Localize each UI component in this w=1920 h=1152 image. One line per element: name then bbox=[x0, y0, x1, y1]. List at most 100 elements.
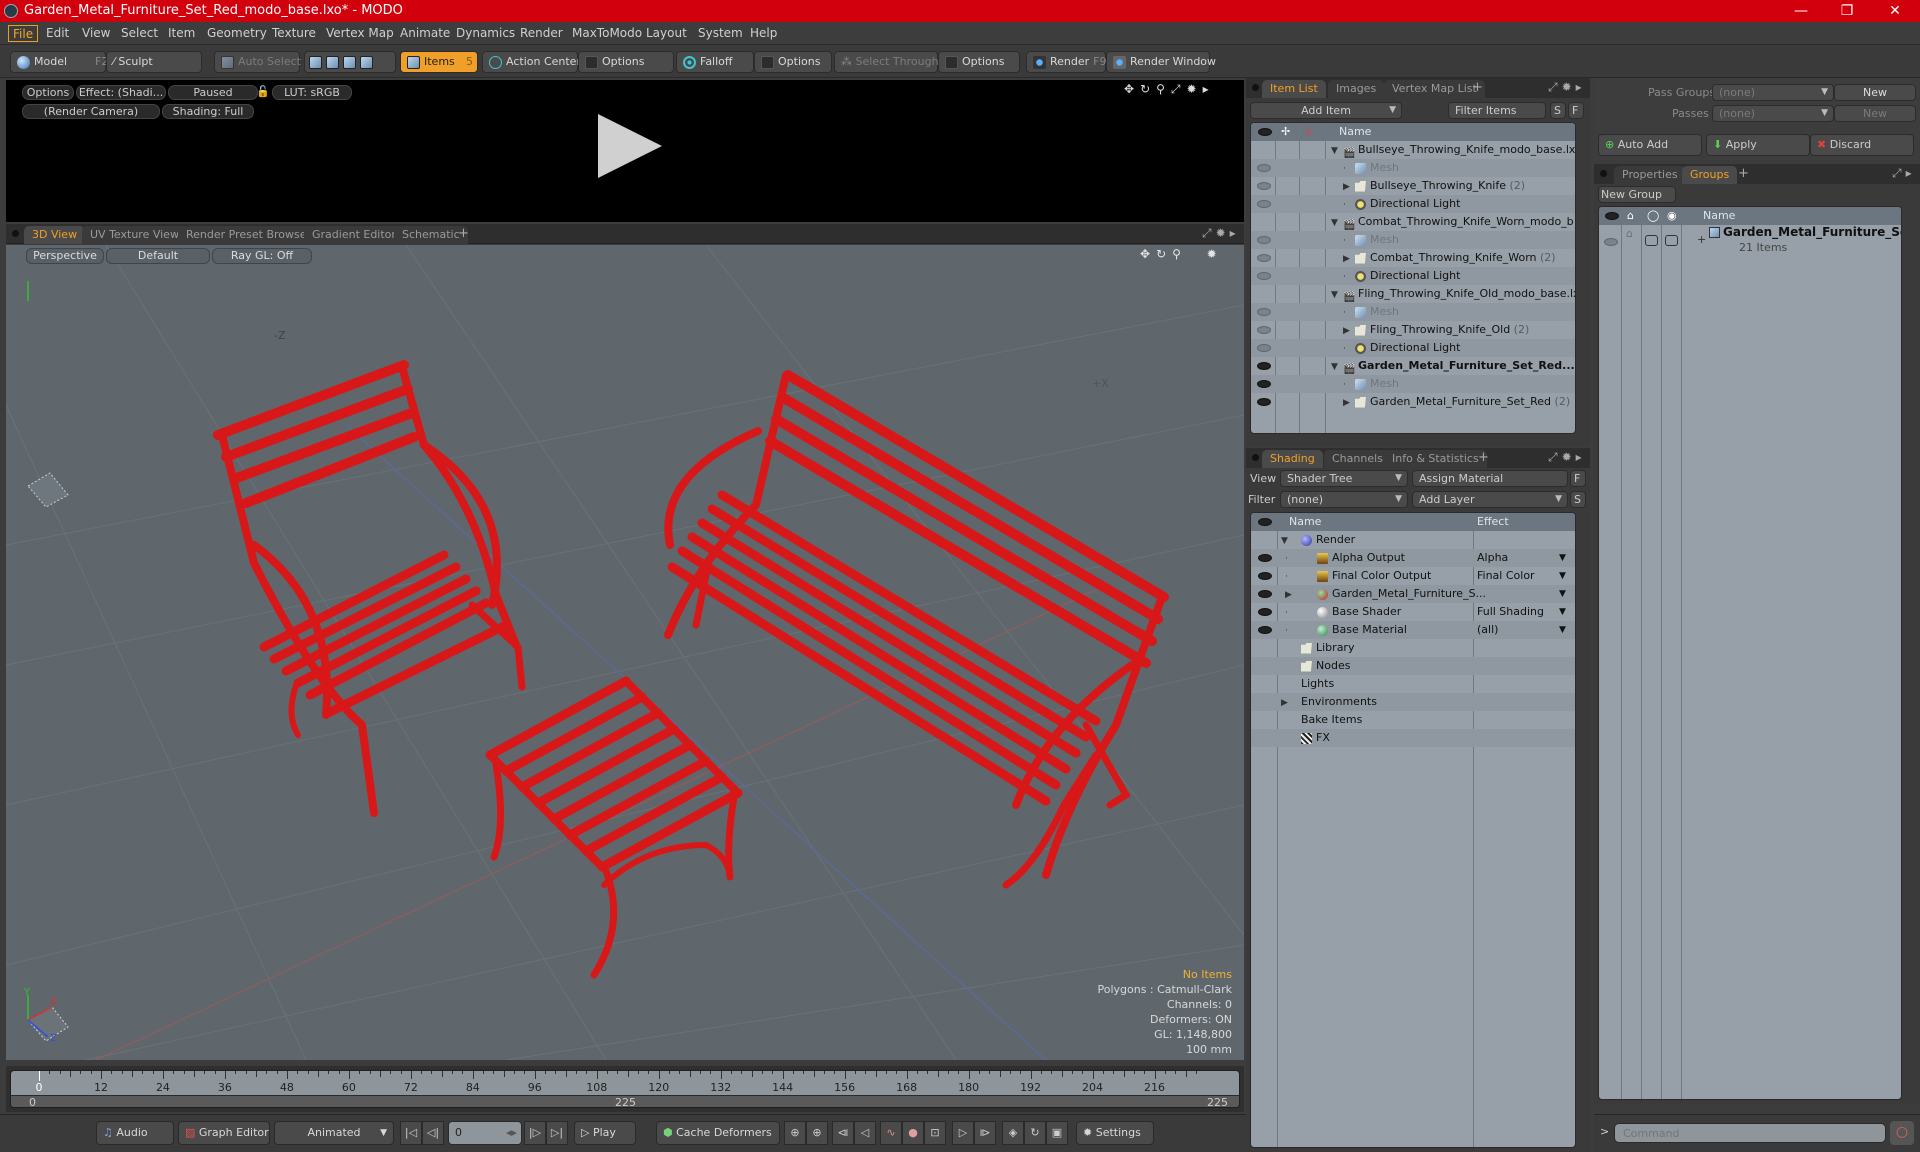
visibility-icon[interactable] bbox=[1257, 182, 1271, 190]
tab-render-preset-browser[interactable]: Render Preset Browser bbox=[178, 226, 320, 244]
visibility-icon[interactable] bbox=[1257, 362, 1271, 370]
tab-groups[interactable]: Groups bbox=[1682, 166, 1738, 184]
close-button[interactable]: ✕ bbox=[1872, 0, 1918, 22]
view-dropdown[interactable]: Shader Tree ▼ bbox=[1280, 470, 1408, 487]
previous-key2-button[interactable]: ◁ bbox=[854, 1121, 876, 1145]
lock-icon[interactable]: 🔓 bbox=[256, 85, 270, 99]
menu-edit[interactable]: Edit bbox=[42, 25, 73, 42]
action-center-options-button[interactable]: Options bbox=[578, 51, 674, 73]
gear-icon[interactable]: ✹ bbox=[1187, 82, 1203, 96]
maximize-icon[interactable]: ⤢ bbox=[1892, 166, 1906, 180]
menu-system[interactable]: System bbox=[694, 25, 747, 42]
menu-texture[interactable]: Texture bbox=[268, 25, 320, 42]
shader-row[interactable]: Library bbox=[1251, 639, 1575, 657]
visibility-icon[interactable] bbox=[1257, 398, 1271, 406]
shader-row[interactable]: · Base Shader Full Shading ▼ bbox=[1251, 603, 1575, 621]
effect-dropdown-icon[interactable]: ▼ bbox=[1559, 567, 1566, 585]
new-group-button[interactable]: New Group bbox=[1598, 186, 1676, 203]
maximize-icon[interactable]: ⤢ bbox=[1548, 450, 1562, 464]
shader-row[interactable]: Bake Items bbox=[1251, 711, 1575, 729]
shader-row[interactable]: · Base Material (all) ▼ bbox=[1251, 621, 1575, 639]
zoom-icon[interactable]: ⚲ bbox=[1156, 82, 1171, 96]
item-row[interactable]: ▶ Fling_Throwing_Knife_Old (2) bbox=[1251, 321, 1575, 339]
polygons-mode-icon[interactable] bbox=[343, 55, 356, 69]
shader-row[interactable]: Nodes bbox=[1251, 657, 1575, 675]
perspective-dropdown[interactable]: Perspective bbox=[26, 248, 104, 264]
apply-button[interactable]: ⬇ Apply bbox=[1706, 134, 1810, 156]
expand-arrow-icon[interactable]: ▶ bbox=[1281, 694, 1293, 712]
f-toggle[interactable]: F bbox=[1570, 470, 1586, 487]
s-toggle[interactable]: S bbox=[1570, 491, 1586, 508]
record-macro-button[interactable]: ○ bbox=[1890, 1121, 1914, 1145]
key-upper-icon[interactable]: ⊕ bbox=[784, 1121, 806, 1145]
zoom-icon[interactable]: ⚲ bbox=[1172, 247, 1187, 261]
next-frame-button[interactable]: |▷ bbox=[524, 1121, 546, 1145]
visibility-icon[interactable] bbox=[1257, 344, 1271, 352]
visibility-icon[interactable] bbox=[1258, 608, 1272, 616]
select-through-button[interactable]: ⁂ Select Through bbox=[834, 51, 939, 73]
tab-channels[interactable]: Channels bbox=[1324, 450, 1391, 468]
menu-dynamics[interactable]: Dynamics bbox=[452, 25, 519, 42]
item-row[interactable]: · Directional Light bbox=[1251, 195, 1575, 213]
collapse-arrow-icon[interactable]: ▼ bbox=[1331, 286, 1343, 304]
lut-dropdown[interactable]: LUT: sRGB bbox=[272, 85, 352, 100]
paused-toggle[interactable]: Paused bbox=[168, 85, 258, 100]
timeline-ruler[interactable]: 0 12 24 36 48 60 72 84 96 108 120 132 144 156 168 180 19… bbox=[10, 1070, 1240, 1108]
falloff-options-button[interactable]: Options bbox=[754, 51, 832, 73]
collapse-arrow-icon[interactable]: ▼ bbox=[1331, 358, 1343, 376]
shader-row[interactable]: FX bbox=[1251, 729, 1575, 747]
audio-button[interactable]: ♫ Audio bbox=[96, 1121, 174, 1145]
s-toggle[interactable]: S bbox=[1550, 102, 1566, 119]
effect-dropdown[interactable]: Effect: (Shadi... bbox=[76, 85, 166, 100]
item-row[interactable]: · Mesh bbox=[1251, 231, 1575, 249]
item-row[interactable]: · Mesh bbox=[1251, 303, 1575, 321]
expand-arrow-icon[interactable]: ▶ bbox=[1343, 322, 1355, 340]
minimize-button[interactable]: — bbox=[1778, 0, 1824, 22]
visibility-icon[interactable] bbox=[1604, 238, 1618, 246]
item-row[interactable]: · Directional Light bbox=[1251, 339, 1575, 357]
menu-select[interactable]: Select bbox=[117, 25, 162, 42]
shader-row[interactable]: · Final Color Output Final Color ▼ bbox=[1251, 567, 1575, 585]
item-row[interactable]: ▼ 🎬 Fling_Throwing_Knife_Old_modo_base.lxo bbox=[1251, 285, 1575, 303]
expand-arrow-icon[interactable]: ▸ bbox=[1230, 226, 1240, 240]
cache-deformers-button[interactable]: ⬢ Cache Deformers bbox=[656, 1121, 780, 1145]
tab-uv-texture-view[interactable]: UV Texture View bbox=[82, 226, 187, 244]
frame-stepper-icon[interactable]: ◂▸ bbox=[506, 1122, 517, 1144]
render-window-button[interactable]: Render Window bbox=[1106, 51, 1216, 73]
passes-dropdown[interactable]: (none) ▼ bbox=[1712, 105, 1834, 122]
item-row[interactable]: ▼ 🎬 Combat_Throwing_Knife_Worn_modo_b ... bbox=[1251, 213, 1575, 231]
expand-arrow-icon[interactable]: ▶ bbox=[1285, 586, 1297, 604]
default-style-dropdown[interactable]: Default bbox=[106, 248, 210, 264]
next-key-button[interactable]: ▷ bbox=[952, 1121, 974, 1145]
vertices-mode-icon[interactable] bbox=[309, 55, 322, 69]
tab-shading[interactable]: Shading bbox=[1262, 450, 1323, 468]
add-tab-button[interactable]: + bbox=[1478, 450, 1489, 465]
materials-mode-icon[interactable] bbox=[360, 55, 373, 69]
new-pass-button[interactable]: New bbox=[1834, 105, 1916, 122]
expand-arrow-icon[interactable]: ▸ bbox=[1576, 450, 1586, 464]
expand-arrow-icon[interactable]: ▸ bbox=[1906, 166, 1916, 180]
item-row[interactable]: ▼ 🎬 Garden_Metal_Furniture_Set_Red... bbox=[1251, 357, 1575, 375]
go-to-end-button[interactable]: ▷| bbox=[546, 1121, 568, 1145]
item-row[interactable]: ▶ Garden_Metal_Furniture_Set_Red (2) bbox=[1251, 393, 1575, 411]
record-button[interactable]: ● bbox=[902, 1121, 924, 1145]
filter-items-input[interactable]: Filter Items bbox=[1448, 102, 1546, 119]
shading-dropdown[interactable]: Shading: Full bbox=[162, 104, 254, 119]
edges-mode-icon[interactable] bbox=[326, 55, 339, 69]
graph-editor-button[interactable]: ▨ Graph Editor bbox=[178, 1121, 270, 1145]
key-channels-icon[interactable]: ⊡ bbox=[924, 1121, 946, 1145]
collapse-arrow-icon[interactable]: ▼ bbox=[1331, 214, 1343, 232]
render-camera-dropdown[interactable]: (Render Camera) bbox=[22, 104, 160, 119]
render-button[interactable]: Render F9 bbox=[1026, 51, 1107, 73]
collapse-arrow-icon[interactable]: ▼ bbox=[1331, 142, 1343, 160]
pass-groups-dropdown[interactable]: (none) ▼ bbox=[1712, 84, 1834, 101]
visibility-icon[interactable] bbox=[1258, 572, 1272, 580]
select-through-options-button[interactable]: Options bbox=[938, 51, 1020, 73]
tab-schematic[interactable]: Schematic bbox=[394, 226, 468, 244]
lock-checkbox[interactable] bbox=[1645, 235, 1658, 246]
expand-arrow-icon[interactable]: ▶ bbox=[1343, 178, 1355, 196]
auto-add-button[interactable]: ⊕ Auto Add bbox=[1598, 134, 1702, 156]
gear-icon[interactable]: ✹ bbox=[1562, 80, 1576, 94]
play-preview-icon[interactable] bbox=[598, 114, 662, 178]
rotate-icon[interactable]: ↻ bbox=[1156, 247, 1172, 261]
